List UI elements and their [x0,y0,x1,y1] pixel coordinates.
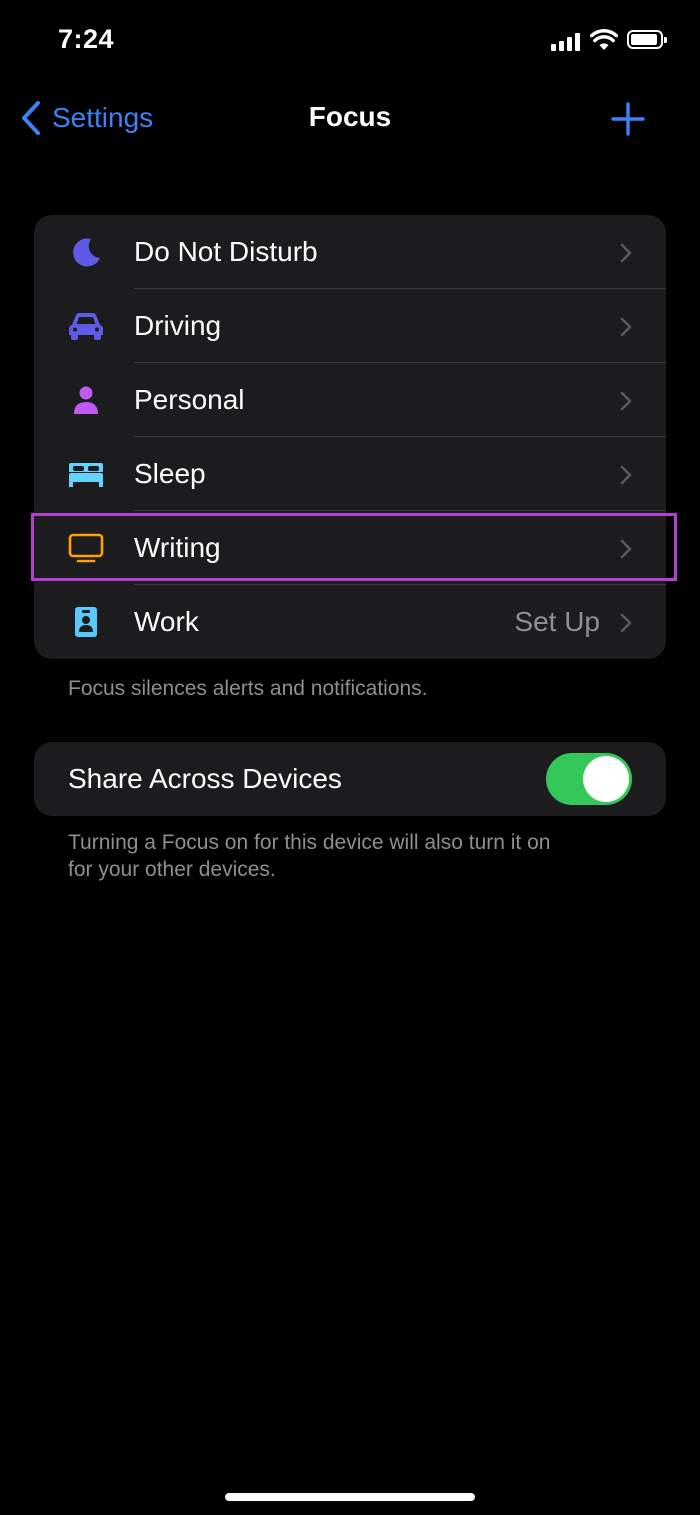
share-footer: Turning a Focus on for this device will … [68,829,550,883]
chevron-right-icon [620,613,632,633]
chevron-right-icon [620,465,632,485]
car-icon [68,308,104,344]
moon-icon [68,234,104,270]
focus-item-label: Writing [134,532,221,563]
page-title: Focus [308,101,392,132]
toggle-knob [583,756,629,802]
focus-list: Do Not Disturb Driving Personal Sleep Wr… [34,215,666,659]
cellular-signal-icon [551,33,580,51]
focus-item-writing[interactable]: Writing [34,511,666,585]
status-time: 7:24 [58,24,115,54]
focus-item-label: Sleep [134,458,206,489]
focus-item-status: Set Up [514,606,600,637]
share-across-devices-row: Share Across Devices [34,742,666,816]
focus-item-personal[interactable]: Personal [34,363,666,437]
focus-item-driving[interactable]: Driving [34,289,666,363]
monitor-icon [68,530,104,566]
share-footer-line: Turning a Focus on for this device will … [68,831,551,854]
share-footer-line: for your other devices. [68,858,276,881]
focus-item-sleep[interactable]: Sleep [34,437,666,511]
wifi-icon [590,29,618,50]
chevron-right-icon [620,391,632,411]
focus-item-label: Do Not Disturb [134,236,318,267]
home-indicator[interactable] [225,1493,475,1501]
focus-item-label: Work [134,606,199,637]
add-focus-button[interactable] [611,102,645,136]
chevron-right-icon [620,317,632,337]
focus-item-label: Driving [134,310,222,341]
battery-icon [627,30,667,49]
share-across-devices-toggle[interactable] [546,753,632,805]
focus-item-do-not-disturb[interactable]: Do Not Disturb [34,215,666,289]
bed-icon [68,456,104,492]
focus-list-footer: Focus silences alerts and notifications. [68,677,428,700]
id-badge-icon [68,604,104,640]
share-across-devices-label: Share Across Devices [68,763,342,794]
chevron-right-icon [620,539,632,559]
chevron-right-icon [620,243,632,263]
focus-item-work[interactable]: Work Set Up [34,585,666,659]
focus-item-label: Personal [134,384,245,415]
person-icon [68,382,104,418]
